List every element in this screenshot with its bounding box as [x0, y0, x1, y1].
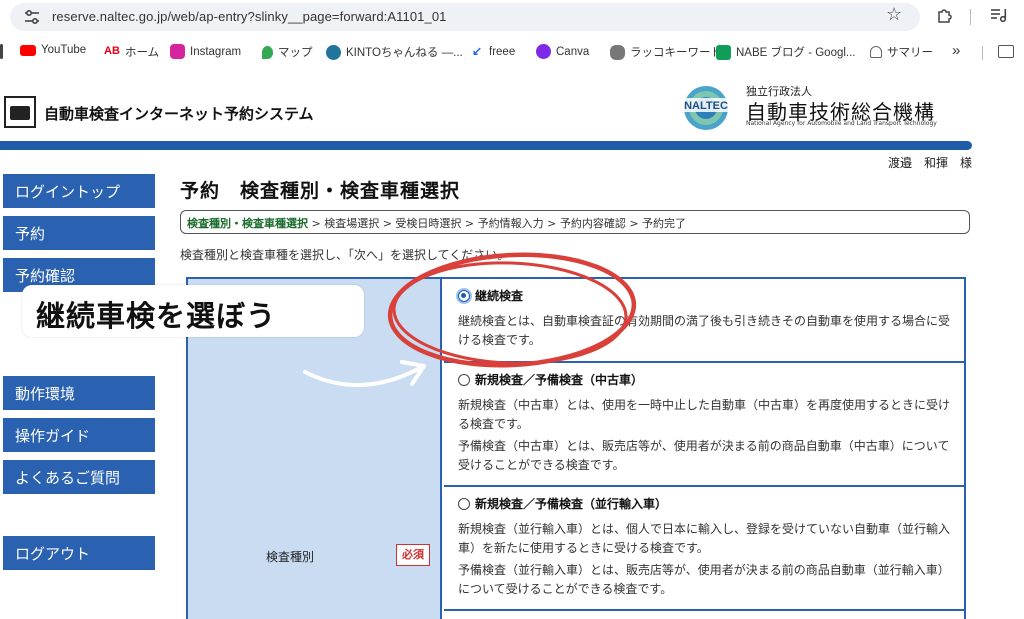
naltec-logo-text: NALTEC	[684, 100, 728, 112]
bookmark-partial[interactable]	[0, 44, 8, 59]
step-current: 検査種別・検査車種選択	[187, 217, 308, 230]
sidebar-item-reserve[interactable]: 予約	[3, 216, 155, 250]
sidebar-item-login-top[interactable]: ログイントップ	[3, 174, 155, 208]
map-pin-icon	[262, 45, 273, 59]
option-new-used[interactable]: 新規検査／予備検査（中古車） 新規検査（中古車）とは、使用を一時中止した自動車（…	[444, 363, 964, 487]
required-badge: 必須	[396, 544, 430, 566]
option-desc: 継続検査とは、自動車検査証の有効期間の満了後も引き続きその自動車を使用する場合に…	[458, 314, 951, 347]
plus-icon	[716, 44, 731, 60]
bookmark-label: サマリー	[887, 47, 933, 59]
bookmark-label: Instagram	[190, 45, 242, 58]
bookmark-home[interactable]: AB ホーム	[104, 44, 159, 60]
sidebar-item-environment[interactable]: 動作環境	[3, 376, 155, 410]
bookmark-label: freee	[489, 45, 516, 58]
bookmarks-more-button[interactable]: »	[952, 42, 960, 59]
folder-icon[interactable]	[998, 45, 1014, 58]
bookmark-nabe[interactable]: NABE ブログ - Googl...	[716, 44, 856, 60]
radio-new-import[interactable]	[458, 497, 470, 510]
option-new-import[interactable]: 新規検査／予備検査（並行輸入車） 新規検査（並行輸入車）とは、個人で日本に輸入し…	[444, 487, 964, 611]
bookmark-instagram[interactable]: Instagram	[170, 44, 241, 59]
option-title: 新規検査／予備検査（中古車）	[475, 373, 644, 387]
bookmark-label: YouTube	[41, 44, 87, 56]
progress-steps: 検査種別・検査車種選択 > 検査場選択 > 受検日時選択 > 予約情報入力 > …	[180, 210, 970, 234]
ab-logo-icon: AB	[104, 44, 120, 57]
bookmark-youtube[interactable]: YouTube	[20, 44, 86, 56]
option-desc: 予備検査（中古車）とは、販売店等が、使用者が決まる前の商品自動車（中古車）につい…	[458, 439, 950, 472]
instagram-icon	[170, 44, 185, 59]
bookmark-kinto[interactable]: KINTOちゃんねる —...	[326, 44, 463, 60]
site-logo	[4, 96, 36, 128]
canva-icon	[536, 44, 551, 59]
option-title: 継続検査	[475, 289, 524, 303]
sidebar-item-guide[interactable]: 操作ガイド	[3, 418, 155, 452]
bookmark-label: ホーム	[125, 47, 160, 59]
bookmark-rakko[interactable]: ラッコキーワード	[610, 44, 722, 60]
wordpress-icon	[326, 44, 341, 60]
step-remaining: > 検査場選択 > 受検日時選択 > 予約情報入力 > 予約内容確認 > 予約完…	[308, 217, 687, 230]
freee-icon: ↙	[472, 44, 483, 58]
bookmark-label: KINTOちゃんねる —...	[346, 47, 463, 59]
toolbar-separator	[970, 9, 971, 25]
radio-continuing[interactable]	[458, 289, 470, 302]
header-divider	[0, 141, 972, 150]
bookmarks-separator	[982, 46, 983, 60]
address-bar[interactable]: reserve.naltec.go.jp/web/ap-entry?slinky…	[10, 3, 920, 31]
extensions-icon[interactable]	[936, 6, 954, 24]
option-desc: 予備検査（並行輸入車）とは、販売店等が、使用者が決まる前の商品自動車（並行輸入車…	[458, 563, 950, 596]
bookmark-star-icon[interactable]: ☆	[886, 4, 902, 25]
rakko-icon	[610, 44, 625, 60]
bookmark-label: NABE ブログ - Googl...	[736, 47, 856, 59]
annotation-callout: 継続車検を選ぼう	[22, 285, 364, 337]
option-continuing[interactable]: 継続検査 継続検査とは、自動車検査証の有効期間の満了後も引き続きその自動車を使用…	[444, 279, 964, 363]
naltec-logo: NALTEC	[672, 86, 740, 130]
site-title: 自動車検査インターネット予約システム	[44, 105, 314, 123]
option-desc: 新規検査（中古車）とは、使用を一時中止した自動車（中古車）を再度使用するときに受…	[458, 398, 951, 431]
bookmark-freee[interactable]: ↙ freee	[472, 44, 515, 59]
bookmark-summary[interactable]: サマリー	[870, 44, 933, 60]
bookmark-canva[interactable]: Canva	[536, 44, 589, 59]
field-label: 検査種別	[266, 550, 315, 564]
option-title: 新規検査／予備検査（並行輸入車）	[475, 497, 668, 511]
youtube-icon	[20, 44, 36, 56]
car-icon	[10, 106, 30, 120]
url-text[interactable]: reserve.naltec.go.jp/web/ap-entry?slinky…	[52, 9, 447, 24]
browser-toolbar: reserve.naltec.go.jp/web/ap-entry?slinky…	[0, 0, 1024, 34]
bookmarks-bar: YouTube AB ホーム Instagram マップ KINTOちゃんねる —…	[0, 38, 1024, 66]
bookmark-label: Canva	[556, 45, 590, 58]
summary-icon	[870, 46, 882, 58]
sidebar-item-logout[interactable]: ログアウト	[3, 536, 155, 570]
option-desc: 新規検査（並行輸入車）とは、個人で日本に輸入し、登録を受けていない自動車（並行輸…	[458, 522, 951, 555]
media-control-icon[interactable]	[990, 7, 1008, 23]
user-name: 渡邉 和揮 様	[888, 156, 973, 170]
org-name-en: National Agency for Automobile and Land …	[746, 120, 937, 127]
bookmark-label: ラッコキーワード	[630, 47, 722, 59]
radio-new-used[interactable]	[458, 373, 470, 386]
instructions-text: 検査種別と検査車種を選択し、「次へ」を選択してください。	[180, 248, 510, 262]
sidebar-item-faq[interactable]: よくあるご質問	[3, 460, 155, 494]
bookmark-map[interactable]: マップ	[262, 44, 313, 60]
page-title: 予約 検査種別・検査車種選択	[180, 180, 461, 202]
site-settings-icon[interactable]	[24, 10, 40, 24]
bookmark-label: マップ	[278, 47, 313, 59]
